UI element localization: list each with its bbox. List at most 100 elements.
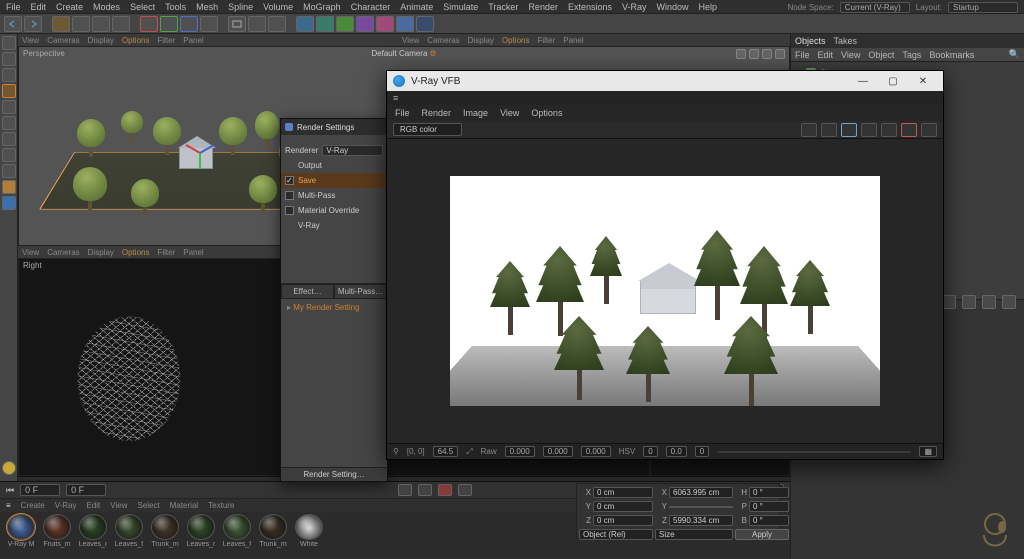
redo-button[interactable] xyxy=(24,16,42,32)
renderer-dropdown[interactable]: V-Ray xyxy=(322,145,383,156)
tab-objects[interactable]: Objects xyxy=(795,36,826,46)
vp-menu-display[interactable]: Display xyxy=(468,36,494,45)
vp-menu-filter[interactable]: Filter xyxy=(537,36,555,45)
camera-button[interactable] xyxy=(396,16,414,32)
channel-dropdown[interactable]: RGB color xyxy=(393,123,462,136)
rot-h-field[interactable]: 0 ° xyxy=(749,487,789,498)
size-y-field[interactable] xyxy=(669,506,733,508)
menu-create[interactable]: Create xyxy=(56,2,83,12)
objmenu-bookmarks[interactable]: Bookmarks xyxy=(929,50,974,60)
coord-mode-dropdown[interactable]: Object (Rel) xyxy=(579,529,653,540)
menu-modes[interactable]: Modes xyxy=(93,2,120,12)
size-mode-dropdown[interactable]: Size xyxy=(655,529,733,540)
objmenu-edit[interactable]: Edit xyxy=(818,50,834,60)
menu-v-ray[interactable]: V-Ray xyxy=(622,2,647,12)
checkbox[interactable] xyxy=(285,176,294,185)
scale-tool-button[interactable] xyxy=(92,16,110,32)
vp-orbit-icon[interactable] xyxy=(762,49,772,59)
vfb-copy-button[interactable] xyxy=(821,123,837,137)
light-button[interactable] xyxy=(416,16,434,32)
enable-axis-button[interactable] xyxy=(2,148,16,162)
workplane-button[interactable] xyxy=(2,68,16,82)
render-setting-button[interactable]: Render Setting… xyxy=(281,467,387,481)
vfb-link-button[interactable] xyxy=(881,123,897,137)
start-frame-field[interactable]: 0 F xyxy=(66,484,106,496)
object-mode-button[interactable] xyxy=(2,84,16,98)
timeline-start-icon[interactable]: ⏮ xyxy=(6,485,14,496)
render-pict-button[interactable] xyxy=(248,16,266,32)
coord-sys-button[interactable] xyxy=(200,16,218,32)
matmenu-select[interactable]: Select xyxy=(137,501,159,510)
undo-button[interactable] xyxy=(4,16,22,32)
matmenu-texture[interactable]: Texture xyxy=(208,501,234,510)
close-button[interactable]: ✕ xyxy=(909,73,937,89)
node-space-dropdown[interactable]: Current (V-Ray) xyxy=(840,2,910,13)
coord-y-pos[interactable]: 0 cm xyxy=(593,501,653,512)
menu-render[interactable]: Render xyxy=(528,2,558,12)
model-mode-button[interactable] xyxy=(2,36,16,50)
viewport-camera-label[interactable]: Default Camera⚙ xyxy=(371,49,436,58)
effect-tab[interactable]: Effect… xyxy=(281,284,334,299)
rotate-tool-button[interactable] xyxy=(112,16,130,32)
objmenu-tags[interactable]: Tags xyxy=(902,50,921,60)
rs-item-material-override[interactable]: Material Override xyxy=(281,203,387,218)
my-render-setting[interactable]: ▸ My Render Setting xyxy=(281,299,387,316)
vfb-stop-button[interactable] xyxy=(901,123,917,137)
material-item[interactable]: Fruits_m xyxy=(40,514,74,548)
attr-lock-button[interactable] xyxy=(982,295,996,309)
coord-x-pos[interactable]: 0 cm xyxy=(593,487,653,498)
vp-menu-cameras[interactable]: Cameras xyxy=(47,36,79,45)
vfb-settings-button[interactable] xyxy=(921,123,937,137)
vfb-titlebar[interactable]: V-Ray VFB — ▢ ✕ xyxy=(387,71,943,91)
vp-menu-options[interactable]: Options xyxy=(502,36,530,45)
vp-menu-cameras[interactable]: Cameras xyxy=(427,36,459,45)
vp-menu-panel[interactable]: Panel xyxy=(183,248,203,257)
vp-menu-filter[interactable]: Filter xyxy=(157,248,175,257)
size-z-field[interactable]: 5990.334 cm xyxy=(669,515,733,526)
menu-tracker[interactable]: Tracker xyxy=(488,2,518,12)
spline-prim-button[interactable] xyxy=(316,16,334,32)
vfb-region-button[interactable] xyxy=(841,123,857,137)
menu-select[interactable]: Select xyxy=(130,2,155,12)
vfb-pick-icon[interactable]: ⚲ xyxy=(393,447,399,456)
axis-x-button[interactable] xyxy=(140,16,158,32)
vp-menu-options[interactable]: Options xyxy=(122,248,150,257)
vray-vfb-window[interactable]: V-Ray VFB — ▢ ✕ ≡ FileRenderImageViewOpt… xyxy=(386,70,944,460)
vp-menu-filter[interactable]: Filter xyxy=(157,36,175,45)
goto-start-button[interactable] xyxy=(398,484,412,496)
vfb-save-button[interactable] xyxy=(801,123,817,137)
render-settings-window[interactable]: Render Settings Renderer V-Ray OutputSav… xyxy=(280,118,388,482)
render-settings-button[interactable] xyxy=(268,16,286,32)
coord-z-pos[interactable]: 0 cm xyxy=(593,515,653,526)
menu-help[interactable]: Help xyxy=(699,2,718,12)
vfb-canvas[interactable] xyxy=(387,139,943,443)
play-button[interactable] xyxy=(418,484,432,496)
material-item[interactable]: Leaves_r xyxy=(184,514,218,548)
layout-dropdown[interactable]: Startup xyxy=(948,2,1018,13)
render-view-button[interactable] xyxy=(228,16,246,32)
vp-menu-panel[interactable]: Panel xyxy=(563,36,583,45)
search-icon[interactable]: 🔍 xyxy=(1009,49,1020,60)
autokey-button[interactable] xyxy=(458,484,472,496)
objmenu-view[interactable]: View xyxy=(841,50,860,60)
edge-mode-button[interactable] xyxy=(2,116,16,130)
size-x-field[interactable]: 6063.995 cm xyxy=(669,487,733,498)
material-item[interactable]: Trunk_m xyxy=(148,514,182,548)
vp-menu-display[interactable]: Display xyxy=(88,248,114,257)
checkbox[interactable] xyxy=(285,206,294,215)
rs-item-v-ray[interactable]: V-Ray xyxy=(281,218,387,233)
vfb-menu-view[interactable]: View xyxy=(500,108,519,118)
attr-next-button[interactable] xyxy=(962,295,976,309)
vp-pan-icon[interactable] xyxy=(736,49,746,59)
matmenu-v-ray[interactable]: V-Ray xyxy=(55,501,77,510)
checkbox[interactable] xyxy=(285,191,294,200)
vfb-menu-options[interactable]: Options xyxy=(531,108,562,118)
rs-item-output[interactable]: Output xyxy=(281,158,387,173)
rot-p-field[interactable]: 0 ° xyxy=(749,501,789,512)
deformer-button[interactable] xyxy=(356,16,374,32)
vfb-track-button[interactable] xyxy=(861,123,877,137)
minimize-button[interactable]: — xyxy=(849,73,877,89)
vp-menu-options[interactable]: Options xyxy=(122,36,150,45)
menu-mesh[interactable]: Mesh xyxy=(196,2,218,12)
material-item[interactable]: White xyxy=(292,514,326,548)
